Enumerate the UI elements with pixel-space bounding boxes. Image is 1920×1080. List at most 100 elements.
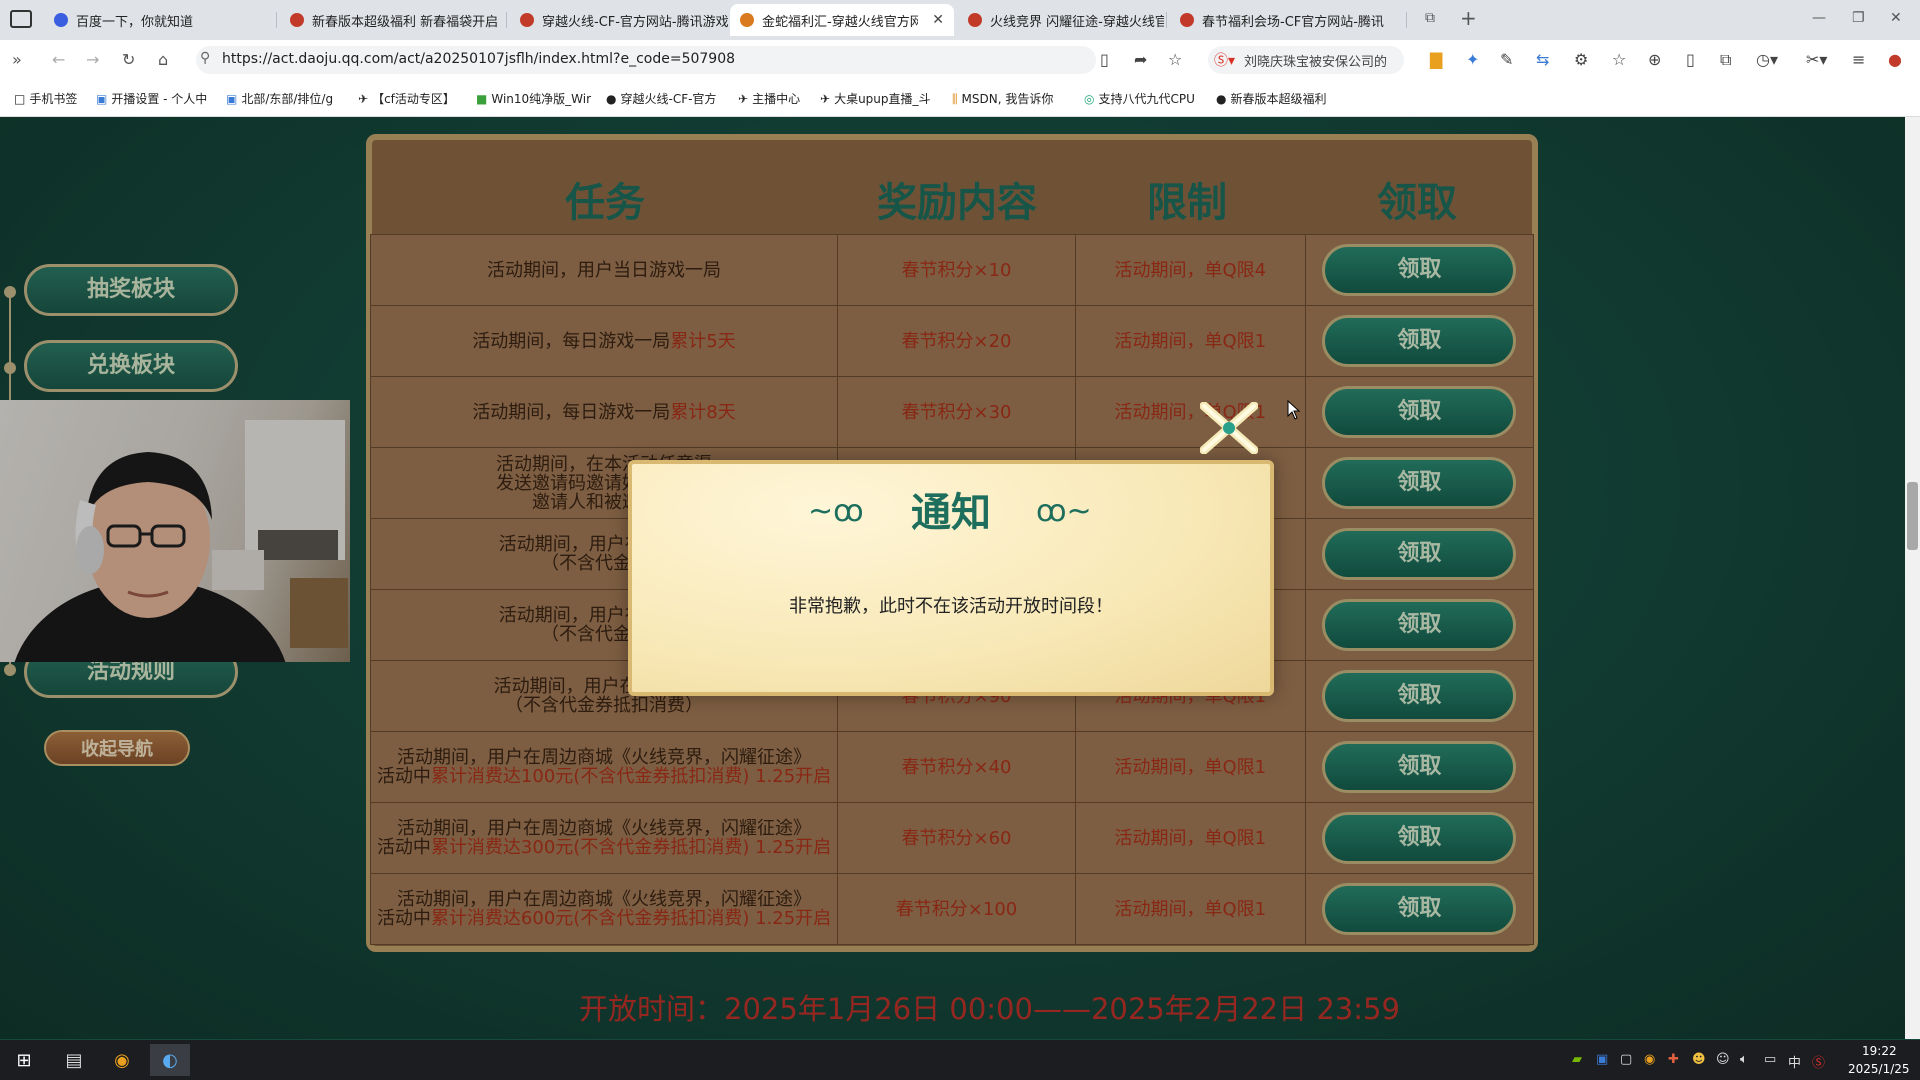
bookmark-item[interactable]: □ 手机书签 — [14, 90, 77, 107]
bookmark-item[interactable]: ● 新春版本超级福利 — [1216, 90, 1327, 107]
clock-date[interactable]: 2025/1/25 — [1848, 1062, 1910, 1076]
cf-icon — [290, 13, 304, 27]
cf-icon — [740, 13, 754, 27]
bookmark-item[interactable]: ✈ 【cf活动专区】 — [358, 90, 455, 107]
tab-spring-festival[interactable]: 春节福利会场-CF官方网站-腾讯 — [1170, 4, 1390, 36]
cf-icon — [968, 13, 982, 27]
bookmark-label: 开播设置 - 个人中 — [111, 92, 208, 106]
bookmark-icon: □ — [14, 92, 26, 106]
minimize-icon[interactable]: — — [1812, 10, 1826, 26]
bookmark-label: 新春版本超级福利 — [1230, 92, 1327, 106]
cloud-ornament-left-icon: ~ꝏ — [808, 494, 864, 529]
cf-icon: ● — [1216, 92, 1227, 106]
tray-app-icon[interactable]: ☺ — [1716, 1052, 1730, 1067]
tray-app-icon[interactable]: ◉ — [1644, 1052, 1655, 1067]
close-window-icon[interactable]: ✕ — [1890, 10, 1902, 26]
cf-icon — [1180, 13, 1194, 27]
bookmark-item[interactable]: ● 穿越火线-CF-官方 — [606, 90, 716, 107]
bookmark-item[interactable]: ⫼ MSDN, 我告诉你 — [952, 90, 1053, 107]
search-engine-icon[interactable]: Ⓢ▾ — [1214, 50, 1235, 70]
reload-icon[interactable]: ↻ — [122, 50, 135, 69]
tray-app-icon[interactable]: ✚ — [1668, 1052, 1679, 1067]
forward-icon[interactable]: → — [86, 50, 99, 69]
translate-icon[interactable]: ⇆ — [1536, 50, 1549, 69]
window-icon[interactable]: ⧉ — [1720, 50, 1731, 70]
scrollbar-thumb[interactable] — [1907, 482, 1918, 550]
windows-start-icon[interactable]: ⊞ — [4, 1044, 44, 1076]
tab-label: 百度一下，你就知道 — [76, 14, 194, 30]
screenshot-icon[interactable]: ✎ — [1500, 50, 1513, 69]
favorites-icon[interactable]: ☆ — [1612, 50, 1626, 69]
extensions-icon[interactable]: ⚙ — [1574, 50, 1588, 69]
tab-label: 春节福利会场-CF官方网站-腾讯 — [1202, 14, 1384, 30]
bookmark-item[interactable]: ■ Win10纯净版_Wir — [476, 90, 591, 107]
tab-baidu[interactable]: 百度一下，你就知道 — [44, 4, 272, 36]
bookmark-label: MSDN, 我告诉你 — [961, 92, 1054, 106]
tab-new-year-welfare[interactable]: 新春版本超级福利 新春福袋开启 — [280, 4, 502, 36]
bookmark-item[interactable]: ▣ 北部/东部/排位/g — [226, 90, 333, 107]
ime-indicator[interactable]: 中 — [1788, 1052, 1801, 1071]
tab-cf-official[interactable]: 穿越火线-CF-官方网站-腾讯游戏 — [510, 4, 730, 36]
bookmark-label: 支持八代九代CPU — [1098, 92, 1195, 106]
sidebar-toggle-icon[interactable]: » — [12, 50, 22, 69]
new-tab-button[interactable]: + — [1460, 6, 1477, 30]
bookmark-label: 手机书签 — [29, 92, 78, 106]
mobile-icon[interactable]: ▯ — [1686, 50, 1695, 69]
plane-icon: ✈ — [358, 92, 369, 106]
star-icon[interactable]: ☆ — [1168, 50, 1182, 69]
tray-app-icon[interactable]: ▣ — [1596, 1052, 1608, 1067]
tab-label: 新春版本超级福利 新春福袋开启 — [312, 14, 499, 30]
browser-tab-bar: 百度一下，你就知道 新春版本超级福利 新春福袋开启 穿越火线-CF-官方网站-腾… — [0, 0, 1920, 40]
share-icon[interactable]: ➦ — [1134, 50, 1147, 69]
tab-list-icon[interactable]: ⧉ — [1425, 10, 1435, 26]
chrome-app-icon[interactable]: ◉ — [102, 1044, 142, 1076]
history-icon[interactable]: ◷▾ — [1756, 50, 1778, 69]
dialog-title: 通知 — [911, 490, 991, 536]
close-tab-icon[interactable]: ✕ — [932, 12, 944, 28]
search-icon: ⚲ — [200, 50, 211, 66]
network-icon[interactable]: ▭ — [1764, 1052, 1776, 1067]
bookmark-label: 主播中心 — [752, 92, 801, 106]
bookmark-item[interactable]: ◎ 支持八代九代CPU — [1084, 90, 1195, 107]
restore-icon[interactable]: ❐ — [1852, 10, 1865, 26]
clock-time[interactable]: 19:22 — [1862, 1044, 1897, 1058]
url-text[interactable]: https://act.daoju.qq.com/act/a20250107js… — [222, 51, 735, 67]
home-icon[interactable]: ⌂ — [158, 50, 168, 69]
tv-icon: ▣ — [226, 92, 238, 106]
volume-icon[interactable]: 🔈︎ — [1740, 1052, 1748, 1067]
baidu-icon — [54, 13, 68, 27]
tray-app-icon[interactable]: ☻ — [1692, 1052, 1706, 1067]
sogou-icon[interactable]: Ⓢ — [1812, 1052, 1825, 1071]
menu-icon[interactable]: ≡ — [1852, 50, 1865, 69]
bookmark-item[interactable]: ✈ 大桌upup直播_斗 — [820, 90, 931, 107]
folder-icon[interactable]: ▇ — [1430, 50, 1442, 69]
scrollbar[interactable] — [1905, 117, 1920, 1039]
browser-menu-icon[interactable] — [10, 10, 32, 28]
download-icon[interactable]: ⊕ — [1648, 50, 1661, 69]
search-suggestion-text[interactable]: 刘晓庆珠宝被安保公司的 — [1244, 51, 1400, 70]
dialog-message: 非常抱歉，此时不在该活动开放时间段！ — [789, 596, 1113, 617]
bookmark-label: 穿越火线-CF-官方 — [620, 92, 717, 106]
explorer-app-icon[interactable]: ▤ — [54, 1044, 94, 1076]
browser-app-icon[interactable]: ◐ — [150, 1044, 190, 1076]
bookmark-label: 大桌upup直播_斗 — [834, 92, 931, 106]
tab-firing-line[interactable]: 火线竞界 闪耀征途-穿越火线官方 — [958, 4, 1164, 36]
ai-assistant-icon[interactable]: ✦ — [1466, 50, 1479, 69]
cf-icon: ● — [606, 92, 617, 106]
cut-icon[interactable]: ✂▾ — [1806, 50, 1827, 69]
plane-icon: ✈ — [820, 92, 831, 106]
nvidia-icon[interactable]: ▰ — [1572, 1052, 1582, 1067]
tab-label: 穿越火线-CF-官方网站-腾讯游戏 — [542, 14, 729, 30]
dialog-close-icon[interactable] — [1199, 401, 1259, 455]
tv-icon: ▣ — [96, 92, 108, 106]
back-icon[interactable]: ← — [52, 50, 65, 69]
tray-app-icon[interactable]: ▢ — [1620, 1052, 1632, 1067]
tab-label: 金蛇福利汇-穿越火线官方网站 — [762, 14, 918, 30]
reader-mode-icon[interactable]: ▯ — [1100, 50, 1109, 69]
avatar-icon[interactable]: ● — [1888, 50, 1902, 69]
tab-active-golden-snake[interactable]: 金蛇福利汇-穿越火线官方网站 ✕ — [730, 4, 954, 36]
bookmark-item[interactable]: ▣ 开播设置 - 个人中 — [96, 90, 207, 107]
bookmark-item[interactable]: ✈ 主播中心 — [738, 90, 800, 107]
plane-icon: ✈ — [738, 92, 749, 106]
cloud-ornament-right-icon: ꝏ~ — [1036, 494, 1092, 529]
